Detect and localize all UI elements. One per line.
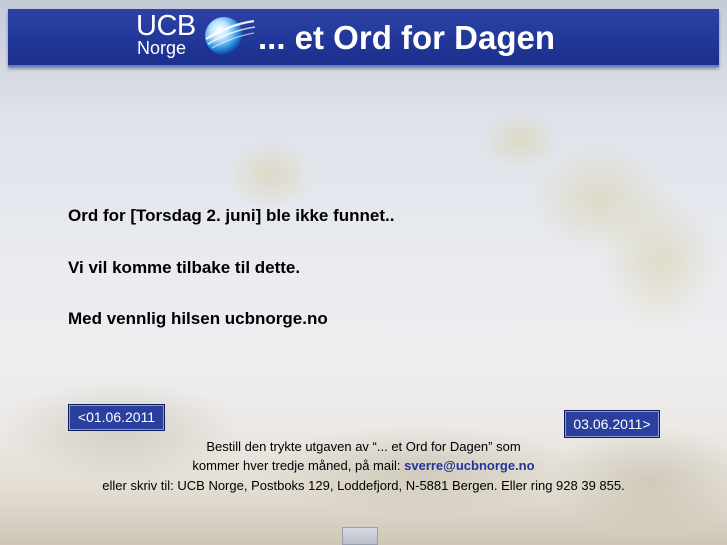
footer-mail-line: kommer hver tredje måned, på mail: sverr… <box>0 458 727 473</box>
return-message: Vi vil komme tilbake til dette. <box>68 258 301 277</box>
email-link[interactable]: sverre@ucbnorge.no <box>404 458 534 473</box>
image-icon[interactable] <box>342 527 378 545</box>
globe-icon <box>205 17 256 55</box>
not-found-message: Ord for [Torsdag 2. juni] ble ikke funne… <box>68 206 395 225</box>
header-bar: UCB Norge ... et Ord for Dagen <box>8 9 719 67</box>
footer-mail-prefix: kommer hver tredje måned, på mail: <box>192 458 405 473</box>
signature-message: Med vennlig hilsen ucbnorge.no <box>68 309 328 328</box>
previous-day-button[interactable]: <01.06.2011 <box>68 404 165 431</box>
ucb-norge-logo[interactable]: UCB Norge <box>136 11 261 63</box>
logo-text-norge: Norge <box>137 38 187 58</box>
footer-address-text: eller skriv til: UCB Norge, Postboks 129… <box>102 478 625 493</box>
page-title: ... et Ord for Dagen <box>258 19 556 56</box>
next-day-button[interactable]: 03.06.2011> <box>564 410 660 438</box>
footer-order-text: Bestill den trykte utgaven av “... et Or… <box>206 439 521 454</box>
logo-text-ucb: UCB <box>136 10 196 42</box>
